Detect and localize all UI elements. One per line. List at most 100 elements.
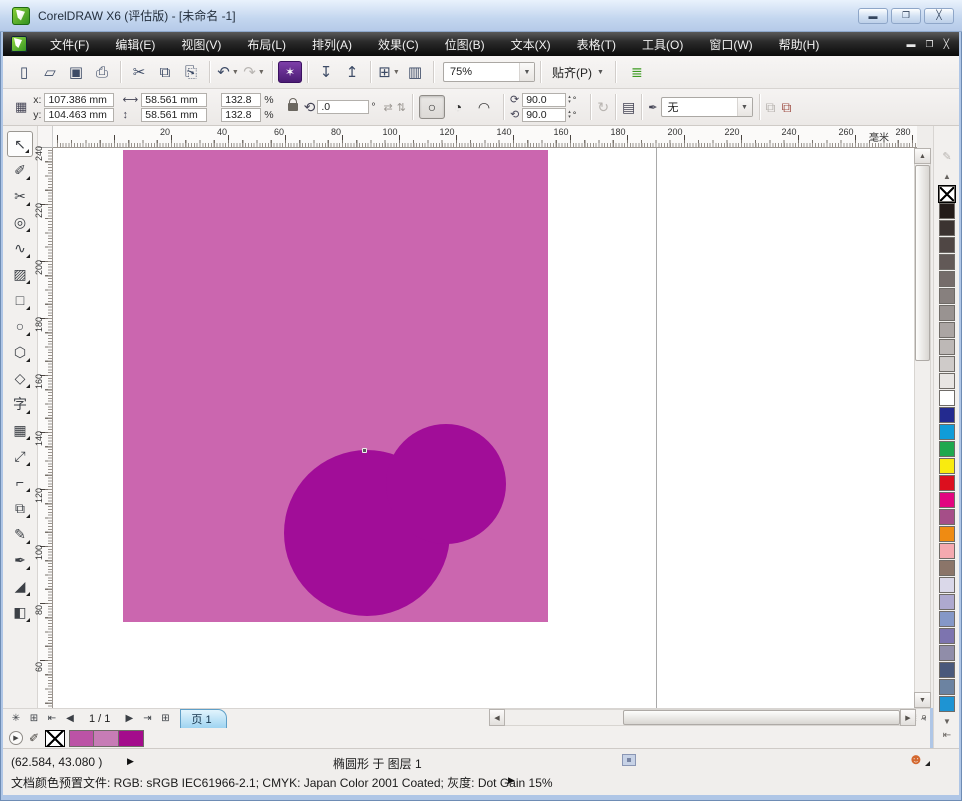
undo-button[interactable]: ↶▼ (215, 60, 241, 84)
menu-arrange[interactable]: 排列(A) (299, 32, 365, 57)
color-profile-flyout-icon[interactable]: ▶ (508, 775, 515, 786)
horizontal-scroll-thumb[interactable] (623, 710, 900, 725)
welcome-screen-button[interactable]: ▥ (402, 60, 428, 84)
zoom-tool-icon[interactable]: ⌕ (916, 709, 932, 726)
application-launcher-button[interactable]: ⊞▼ (376, 60, 402, 84)
mdi-minimize-icon[interactable]: ▬ (907, 39, 916, 50)
basic-shapes-tool[interactable]: ◇ (7, 365, 33, 391)
quick-customize-icon[interactable]: ⧉ (782, 99, 792, 116)
document-color-swatch[interactable] (94, 730, 119, 747)
rotation-angle-field[interactable]: .0 (317, 100, 369, 114)
x-position-field[interactable]: 107.386 mm (44, 93, 114, 107)
palette-color-swatch[interactable] (939, 594, 955, 610)
zoom-tool[interactable]: ◎ (7, 209, 33, 235)
palette-color-swatch[interactable] (939, 424, 955, 440)
redo-button-dropdown-icon[interactable]: ▼ (258, 69, 265, 76)
palette-color-swatch[interactable] (939, 475, 955, 491)
palette-color-swatch[interactable] (939, 509, 955, 525)
palette-color-swatch[interactable] (939, 271, 955, 287)
horizontal-ruler[interactable]: 20406080100120140160180200220240260280 (53, 126, 917, 148)
document-no-color-swatch[interactable] (45, 730, 65, 747)
palette-color-swatch[interactable] (939, 407, 955, 423)
menu-window[interactable]: 窗口(W) (696, 32, 765, 57)
palette-expand-icon[interactable]: ⇤ (938, 729, 956, 742)
palette-color-swatch[interactable] (939, 203, 955, 219)
application-launcher-button-dropdown-icon[interactable]: ▼ (393, 69, 400, 76)
interactive-fill-tool[interactable]: ◧ (7, 599, 33, 625)
freehand-tool[interactable]: ∿ (7, 235, 33, 261)
palette-color-swatch[interactable] (939, 373, 955, 389)
ruler-origin-corner[interactable] (38, 126, 53, 148)
palette-color-swatch[interactable] (939, 543, 955, 559)
dimension-tool[interactable]: ⤢ (7, 443, 33, 469)
scroll-up-icon[interactable]: ▲ (914, 148, 931, 164)
palette-color-swatch[interactable] (939, 526, 955, 542)
redo-button[interactable]: ↷▼ (241, 60, 267, 84)
scroll-left-icon[interactable]: ◀ (489, 709, 505, 726)
blend-tool[interactable]: ⧉ (7, 495, 33, 521)
snap-to-dropdown[interactable]: 贴齐(P) ▼ (546, 61, 610, 84)
palette-color-swatch[interactable] (939, 288, 955, 304)
close-button[interactable]: ╳ (924, 8, 954, 24)
import-button[interactable]: ↧ (313, 60, 339, 84)
outline-width-arrow-icon[interactable]: ▼ (737, 98, 752, 116)
palette-color-swatch[interactable] (939, 254, 955, 270)
outline-width-combo[interactable]: 无 ▼ (661, 97, 753, 117)
page-tab[interactable]: 页 1 (180, 709, 226, 728)
palette-color-swatch[interactable] (939, 339, 955, 355)
table-tool[interactable]: ▦ (7, 417, 33, 443)
rectangle-tool[interactable]: □ (7, 287, 33, 313)
small-circle-object[interactable] (386, 424, 506, 544)
polygon-tool[interactable]: ⬡ (7, 339, 33, 365)
palette-color-swatch[interactable] (939, 220, 955, 236)
wrap-paragraph-text-icon[interactable]: ▤ (622, 99, 635, 116)
last-page-button[interactable]: ⇥ (138, 710, 156, 728)
palette-color-swatch[interactable] (939, 322, 955, 338)
open-button[interactable]: ▱ (37, 60, 63, 84)
palette-color-swatch[interactable] (939, 577, 955, 593)
arc-end-field[interactable]: 90.0 (522, 108, 566, 122)
paste-button[interactable]: ⎘ (178, 60, 204, 84)
undo-button-dropdown-icon[interactable]: ▼ (232, 69, 239, 76)
palette-color-swatch[interactable] (939, 645, 955, 661)
scroll-down-icon[interactable]: ▼ (914, 692, 931, 708)
menu-bitmaps[interactable]: 位图(B) (432, 32, 498, 57)
search-content-button[interactable]: ✶ (278, 61, 302, 83)
minimize-button[interactable]: ▬ (858, 8, 888, 24)
menu-layout[interactable]: 布局(L) (234, 32, 299, 57)
y-position-field[interactable]: 104.463 mm (44, 108, 114, 122)
zoom-combo-arrow-icon[interactable]: ▼ (519, 63, 534, 81)
palette-scroll-up-icon[interactable]: ▲ (938, 170, 956, 183)
palette-color-swatch[interactable] (939, 356, 955, 372)
document-color-swatch[interactable] (119, 730, 144, 747)
palette-color-swatch[interactable] (939, 628, 955, 644)
palette-eyedropper-icon[interactable]: ✎ (938, 150, 956, 163)
restore-button[interactable]: ❐ (891, 8, 921, 24)
no-color-swatch[interactable] (939, 186, 955, 202)
menu-table[interactable]: 表格(T) (564, 32, 629, 57)
arc-start-field[interactable]: 90.0 (522, 93, 566, 107)
palette-color-swatch[interactable] (939, 560, 955, 576)
menu-edit[interactable]: 编辑(E) (102, 32, 168, 57)
palette-scroll-down-icon[interactable]: ▼ (938, 715, 956, 728)
scroll-right-icon[interactable]: ▶ (900, 709, 916, 726)
crop-tool[interactable]: ✂ (7, 183, 33, 209)
vertical-scroll-thumb[interactable] (915, 165, 930, 361)
menu-tools[interactable]: 工具(O) (629, 32, 696, 57)
proof-colors-icon[interactable] (622, 754, 636, 766)
ellipse-node-handle[interactable] (362, 448, 367, 453)
eyedropper-tool[interactable]: ✎ (7, 521, 33, 547)
drawing-canvas[interactable] (53, 148, 917, 708)
document-palette-eyedropper-icon[interactable]: ✐ (29, 731, 39, 745)
arc-start-down-icon[interactable]: ▾ (568, 100, 571, 105)
lock-ratio-icon[interactable] (288, 103, 298, 111)
menu-text[interactable]: 文本(X) (498, 32, 564, 57)
object-width-field[interactable]: 58.561 mm (141, 93, 207, 107)
pick-tool[interactable]: ↖ (7, 131, 33, 157)
connector-tool[interactable]: ⌐ (7, 469, 33, 495)
palette-color-swatch[interactable] (939, 679, 955, 695)
prev-page-button[interactable]: ◀ (61, 710, 79, 728)
outline-pen-tool[interactable]: ✒ (7, 547, 33, 573)
horizontal-scrollbar[interactable]: ◀ ▶ (489, 709, 916, 726)
palette-color-swatch[interactable] (939, 237, 955, 253)
